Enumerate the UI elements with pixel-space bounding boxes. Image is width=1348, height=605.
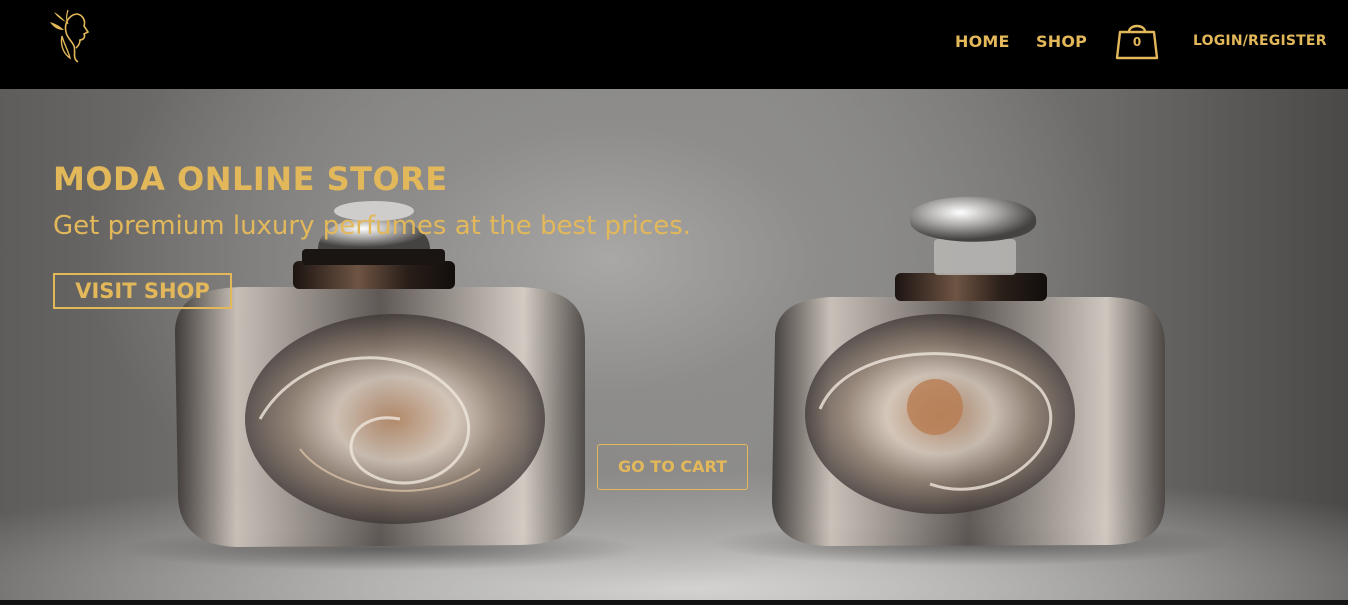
woman-face-leaf-logo[interactable] (46, 8, 96, 66)
hero-title: MODA ONLINE STORE (53, 160, 448, 198)
cart-count-badge: 0 (1132, 35, 1142, 49)
nav-home-link[interactable]: HOME (955, 32, 1010, 51)
nav-shop-link[interactable]: SHOP (1036, 32, 1087, 51)
shopping-bag-icon[interactable]: 0 (1115, 20, 1159, 60)
visit-shop-button[interactable]: VISIT SHOP (53, 273, 232, 309)
go-to-cart-button[interactable]: GO TO CART (597, 444, 748, 490)
hero-subtitle: Get premium luxury perfumes at the best … (53, 211, 692, 241)
navbar: HOME SHOP 0 LOGIN/REGISTER (0, 0, 1348, 89)
hero-banner: MODA ONLINE STORE Get premium luxury per… (0, 89, 1348, 600)
page-bottom-border (0, 600, 1348, 605)
nav-login-register-link[interactable]: LOGIN/REGISTER (1193, 33, 1327, 49)
